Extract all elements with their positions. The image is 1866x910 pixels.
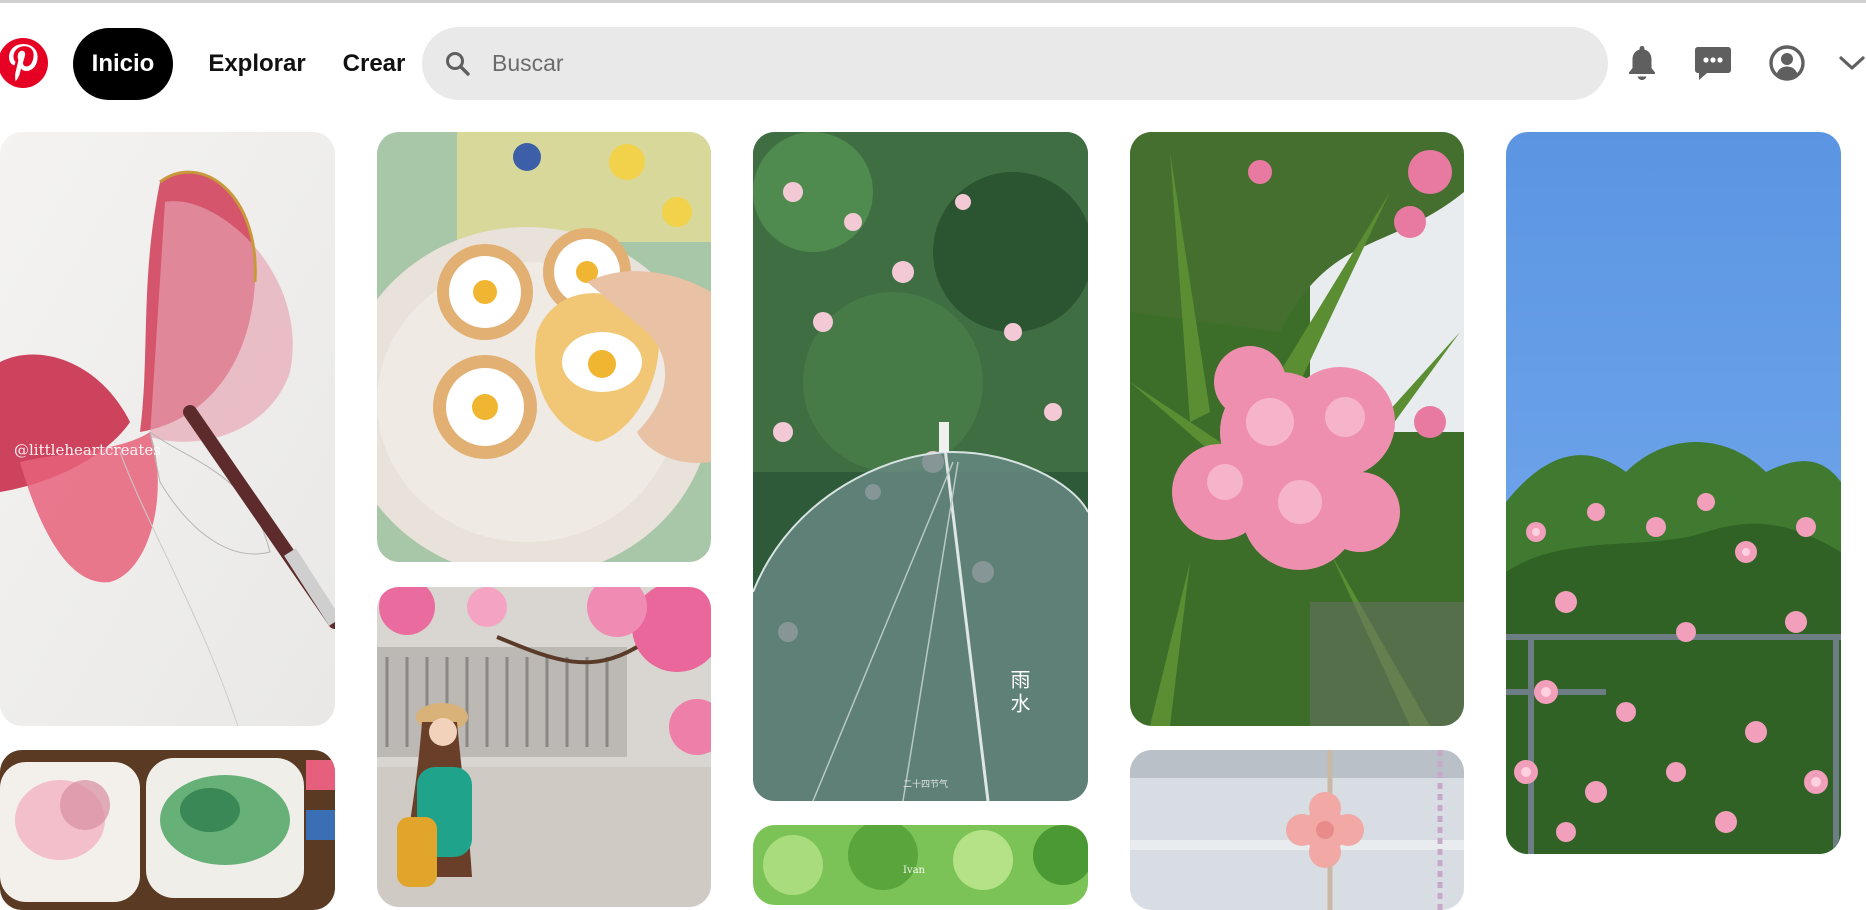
pin-image [377, 132, 711, 562]
nav-home-button[interactable]: Inicio [73, 28, 173, 100]
chat-icon[interactable] [1693, 43, 1733, 83]
search-input[interactable] [490, 27, 1590, 100]
pin-card[interactable] [0, 750, 335, 910]
search-icon [446, 52, 470, 76]
pin-caption: 雨水 [1007, 669, 1031, 717]
pin-card[interactable]: 雨水 二十四节气 [753, 132, 1088, 801]
pin-image [1506, 132, 1841, 854]
bell-icon[interactable] [1622, 43, 1662, 83]
user-circle-icon[interactable] [1767, 43, 1807, 83]
nav-home-label: Inicio [91, 50, 155, 77]
pin-image [0, 750, 335, 910]
cookie [437, 244, 533, 340]
pin-caption: @littleheartcreates [14, 441, 161, 459]
pin-card[interactable]: Ivan [753, 825, 1088, 905]
top-navigation-bar: Inicio Explorar Crear [0, 3, 1866, 121]
nav-create-label: Crear [342, 50, 406, 77]
pin-image [1130, 750, 1464, 910]
search-bar[interactable] [422, 27, 1608, 100]
pin-card[interactable] [377, 587, 711, 907]
nav-create-button[interactable]: Crear [336, 28, 412, 100]
pin-card[interactable] [1130, 132, 1464, 726]
nav-explore-label: Explorar [208, 50, 306, 77]
pin-card[interactable] [377, 132, 711, 562]
pin-card[interactable] [1130, 750, 1464, 910]
pin-card[interactable] [1506, 132, 1841, 854]
pinterest-logo-icon[interactable] [0, 38, 48, 88]
chevron-down-icon[interactable] [1838, 43, 1866, 83]
pin-caption: Ivan [903, 865, 926, 876]
pin-caption-small: 二十四节气 [903, 780, 949, 790]
pin-image [1130, 132, 1464, 726]
pin-image [0, 132, 335, 726]
pin-card[interactable]: @littleheartcreates [0, 132, 335, 726]
pin-image [753, 132, 1088, 801]
pin-image [377, 587, 711, 907]
nav-explore-button[interactable]: Explorar [202, 28, 312, 100]
